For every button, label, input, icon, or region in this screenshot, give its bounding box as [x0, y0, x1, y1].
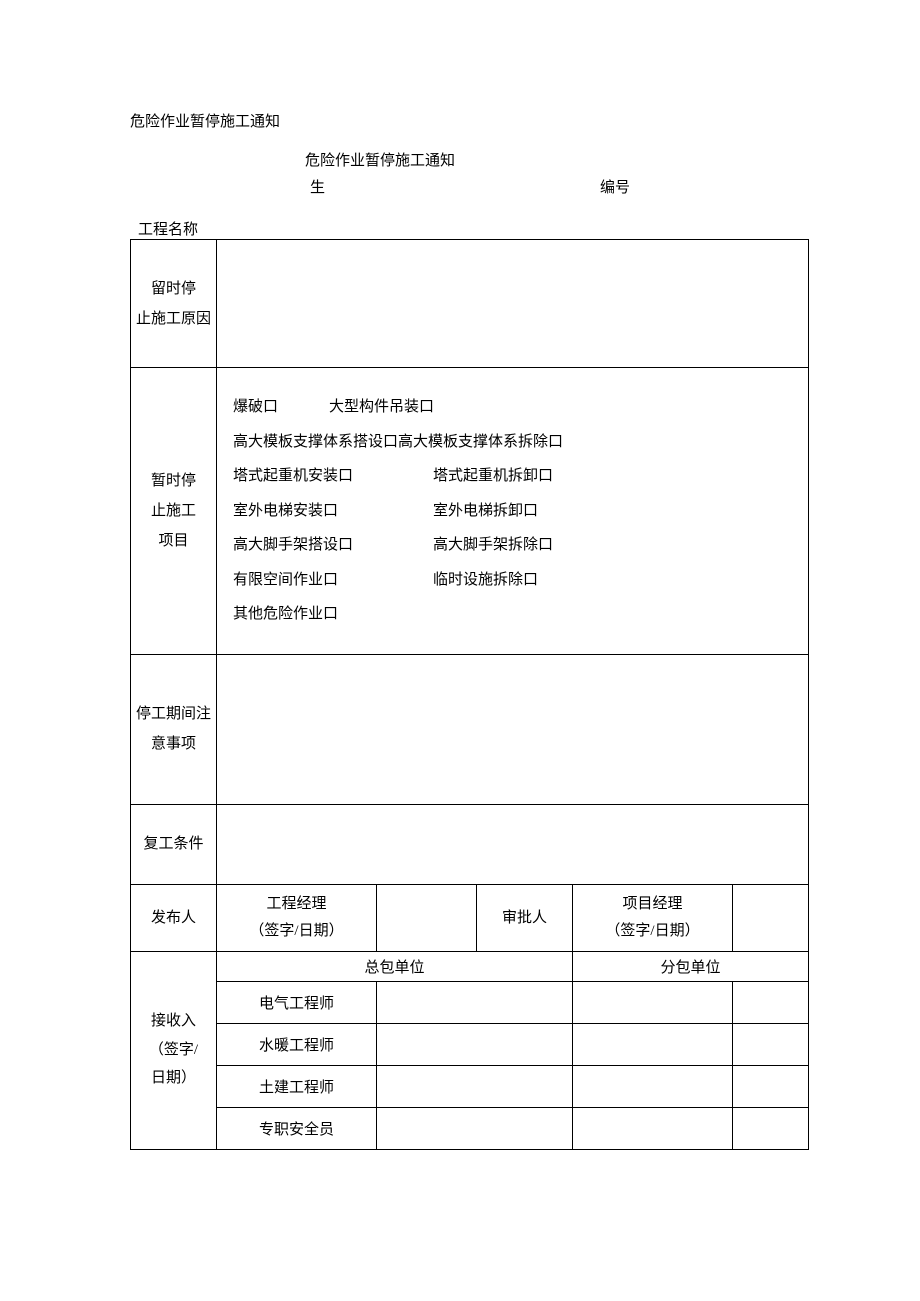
label-stop-notes-l1: 停工期间注: [131, 699, 216, 729]
proj-mgr-l1: 项目经理: [573, 891, 732, 918]
cell-proj-mgr: 项目经理 （签字/日期）: [573, 884, 733, 951]
checkbox-temp-facility-remove[interactable]: 临时设施拆除口: [433, 563, 538, 598]
label-stop-notes-l2: 意事项: [131, 729, 216, 759]
checkbox-scaffold-build[interactable]: 高大脚手架搭设口: [233, 528, 433, 563]
main-title: 危险作业暂停施工通知: [40, 149, 720, 170]
field-approver-sign[interactable]: [733, 884, 809, 951]
field-plumb-fenbao-1[interactable]: [573, 1023, 733, 1065]
field-civil-fenbao-2[interactable]: [733, 1065, 809, 1107]
label-publisher: 发布人: [131, 884, 217, 951]
checkbox-elevator-install[interactable]: 室外电梯安装口: [233, 494, 433, 529]
recv-l2: （签字/: [131, 1036, 216, 1065]
header-zongbao: 总包单位: [217, 951, 573, 981]
checkbox-large-hoist[interactable]: 大型构件吊装口: [329, 390, 434, 425]
label-receiver: 接收入 （签字/ 日期）: [131, 951, 217, 1149]
field-stop-items[interactable]: 爆破口 大型构件吊装口 高大模板支撑体系搭设口高大模板支撑体系拆除口 塔式起重机…: [217, 368, 809, 655]
checkbox-blasting[interactable]: 爆破口: [233, 390, 329, 425]
checkbox-confined-space[interactable]: 有限空间作业口: [233, 563, 433, 598]
field-safety-fenbao-1[interactable]: [573, 1107, 733, 1149]
checkbox-crane-remove[interactable]: 塔式起重机拆卸口: [433, 459, 553, 494]
field-elec-fenbao-1[interactable]: [573, 981, 733, 1023]
field-elec-zongbao[interactable]: [377, 981, 573, 1023]
label-plumbing-engineer: 水暖工程师: [217, 1023, 377, 1065]
label-stop-items: 暂时停 止施工 项目: [131, 368, 217, 655]
label-stop-items-l1: 暂时停: [131, 466, 216, 496]
proj-mgr-l2: （签字/日期）: [573, 918, 732, 945]
field-resume-cond[interactable]: [217, 804, 809, 884]
header-fenbao: 分包单位: [573, 951, 809, 981]
checkbox-formwork[interactable]: 高大模板支撑体系搭设口高大模板支撑体系拆除口: [233, 425, 563, 460]
field-stop-reason[interactable]: [217, 240, 809, 368]
checkbox-scaffold-remove[interactable]: 高大脚手架拆除口: [433, 528, 553, 563]
checkbox-other-danger[interactable]: 其他危险作业口: [233, 597, 338, 632]
label-stop-items-l2: 止施工: [131, 496, 216, 526]
field-elec-fenbao-2[interactable]: [733, 981, 809, 1023]
label-stop-items-l3: 项目: [131, 526, 216, 556]
field-plumb-fenbao-2[interactable]: [733, 1023, 809, 1065]
bianhao-label: 编号: [600, 176, 630, 197]
field-safety-fenbao-2[interactable]: [733, 1107, 809, 1149]
checkbox-elevator-remove[interactable]: 室外电梯拆卸口: [433, 494, 538, 529]
label-electrical-engineer: 电气工程师: [217, 981, 377, 1023]
field-civil-fenbao-1[interactable]: [573, 1065, 733, 1107]
label-civil-engineer: 土建工程师: [217, 1065, 377, 1107]
document-header: 危险作业暂停施工通知: [130, 110, 810, 131]
cell-pm-engineer: 工程经理 （签字/日期）: [217, 884, 377, 951]
form-table: 留时停 止施工原因 暂时停 止施工 项目 爆破口 大型构件吊装口 高大模板支撑体…: [130, 239, 809, 1150]
label-safety-officer: 专职安全员: [217, 1107, 377, 1149]
recv-l1: 接收入: [131, 1007, 216, 1036]
project-name-label: 工程名称: [130, 218, 810, 239]
field-civil-zongbao[interactable]: [377, 1065, 573, 1107]
label-stop-reason-l2: 止施工原因: [131, 304, 216, 334]
pm-engineer-l1: 工程经理: [217, 891, 376, 918]
label-stop-reason-l1: 留时停: [131, 274, 216, 304]
label-stop-reason: 留时停 止施工原因: [131, 240, 217, 368]
checkbox-crane-install[interactable]: 塔式起重机安装口: [233, 459, 433, 494]
recv-l3: 日期）: [131, 1064, 216, 1093]
field-stop-notes[interactable]: [217, 654, 809, 804]
label-approver: 审批人: [477, 884, 573, 951]
field-publisher-sign[interactable]: [377, 884, 477, 951]
field-plumb-zongbao[interactable]: [377, 1023, 573, 1065]
label-stop-notes: 停工期间注 意事项: [131, 654, 217, 804]
top-title: 危险作业暂停施工通知: [130, 110, 810, 131]
label-resume-cond: 复工条件: [131, 804, 217, 884]
field-safety-zongbao[interactable]: [377, 1107, 573, 1149]
sub-header-line: 生 编号: [130, 176, 810, 198]
pm-engineer-l2: （签字/日期）: [217, 918, 376, 945]
sheng-label: 生: [310, 176, 325, 197]
